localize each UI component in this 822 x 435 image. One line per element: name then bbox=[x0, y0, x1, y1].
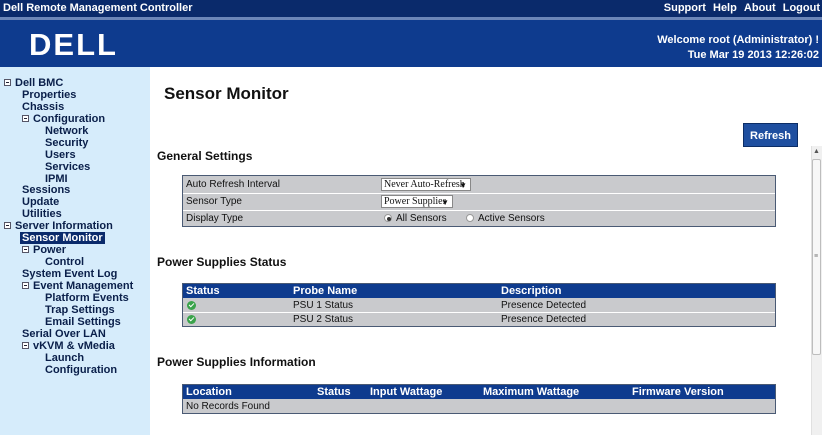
page-title: Sensor Monitor bbox=[164, 84, 289, 103]
power-supplies-status-heading: Power Supplies Status bbox=[157, 255, 287, 269]
auto-refresh-select[interactable]: Never Auto-Refresh ▼ bbox=[381, 178, 471, 191]
sidebar-item-sessions[interactable]: Sessions bbox=[22, 184, 70, 196]
logout-link[interactable]: Logout bbox=[783, 2, 820, 14]
sidebar-item-power[interactable]: Power bbox=[22, 244, 66, 256]
general-settings-heading: General Settings bbox=[157, 149, 253, 163]
power-supplies-information-heading: Power Supplies Information bbox=[157, 355, 316, 369]
auto-refresh-row: Auto Refresh Interval Never Auto-Refresh… bbox=[183, 177, 775, 193]
column-header: Status bbox=[317, 386, 351, 398]
table-row: PSU 2 Status Presence Detected bbox=[183, 313, 775, 326]
sidebar-item-system-event-log[interactable]: System Event Log bbox=[22, 268, 117, 280]
sidebar-item-dell-bmc[interactable]: Dell BMC bbox=[4, 77, 63, 89]
active-sensors-label: Active Sensors bbox=[478, 213, 545, 224]
sidebar-item-serial-over-lan[interactable]: Serial Over LAN bbox=[22, 328, 106, 340]
probe-description: Presence Detected bbox=[501, 300, 587, 311]
all-sensors-label: All Sensors bbox=[396, 213, 447, 224]
active-sensors-radio[interactable] bbox=[466, 214, 474, 222]
app-title: Dell Remote Management Controller bbox=[3, 2, 193, 14]
about-link[interactable]: About bbox=[744, 2, 776, 14]
sidebar-item-utilities[interactable]: Utilities bbox=[22, 208, 62, 220]
status-ok-icon bbox=[187, 315, 196, 324]
display-type-row: Display Type All Sensors Active Sensors bbox=[183, 211, 775, 227]
main-content: Sensor Monitor Refresh ▲ ≡ General Setti… bbox=[150, 67, 822, 435]
top-bar: Dell Remote Management Controller Suppor… bbox=[0, 0, 822, 17]
sidebar-item-launch[interactable]: Launch bbox=[45, 352, 84, 364]
probe-name: PSU 2 Status bbox=[293, 314, 354, 325]
column-header: Input Wattage bbox=[370, 386, 443, 398]
sidebar-item-network[interactable]: Network bbox=[45, 125, 88, 137]
column-header: Firmware Version bbox=[632, 386, 724, 398]
sidebar-item-properties[interactable]: Properties bbox=[22, 89, 76, 101]
sidebar-item-vkvm-vmedia[interactable]: vKVM & vMedia bbox=[22, 340, 115, 352]
sidebar-item-event-management[interactable]: Event Management bbox=[22, 280, 133, 292]
help-link[interactable]: Help bbox=[713, 2, 737, 14]
sidebar-item-users[interactable]: Users bbox=[45, 149, 76, 161]
collapse-icon[interactable] bbox=[4, 79, 11, 86]
sidebar-nav: Dell BMC Properties Chassis Configuratio… bbox=[0, 67, 150, 435]
column-header: Probe Name bbox=[293, 285, 358, 297]
dell-logo: DELL bbox=[29, 28, 118, 58]
table-row: No Records Found bbox=[183, 400, 775, 413]
collapse-icon[interactable] bbox=[22, 282, 29, 289]
collapse-icon[interactable] bbox=[4, 222, 11, 229]
column-header: Description bbox=[501, 285, 562, 297]
dropdown-arrow-icon: ▼ bbox=[459, 181, 467, 190]
bmc-window: Dell Remote Management Controller Suppor… bbox=[0, 0, 822, 435]
auto-refresh-label: Auto Refresh Interval bbox=[186, 179, 280, 190]
sidebar-item-chassis[interactable]: Chassis bbox=[22, 101, 64, 113]
collapse-icon[interactable] bbox=[22, 342, 29, 349]
header-banner: DELL Welcome root (Administrator) ! Tue … bbox=[0, 20, 822, 67]
scroll-grip-icon: ≡ bbox=[814, 253, 819, 260]
refresh-button[interactable]: Refresh bbox=[743, 123, 798, 147]
sidebar-item-server-information[interactable]: Server Information bbox=[4, 220, 113, 232]
table-row: PSU 1 Status Presence Detected bbox=[183, 299, 775, 312]
support-link[interactable]: Support bbox=[664, 2, 706, 14]
sidebar-item-email-settings[interactable]: Email Settings bbox=[45, 316, 121, 328]
collapse-icon[interactable] bbox=[22, 246, 29, 253]
sidebar-item-security[interactable]: Security bbox=[45, 137, 88, 149]
probe-description: Presence Detected bbox=[501, 314, 587, 325]
sidebar-item-update[interactable]: Update bbox=[22, 196, 59, 208]
sidebar-item-control[interactable]: Control bbox=[45, 256, 84, 268]
sidebar-item-platform-events[interactable]: Platform Events bbox=[45, 292, 129, 304]
column-header: Location bbox=[186, 386, 232, 398]
column-header: Maximum Wattage bbox=[483, 386, 580, 398]
power-supplies-status-table: Status Probe Name Description PSU 1 Stat… bbox=[182, 283, 776, 327]
table-header: Location Status Input Wattage Maximum Wa… bbox=[183, 385, 775, 399]
sidebar-item-sensor-monitor[interactable]: Sensor Monitor bbox=[20, 232, 105, 244]
sensor-type-row: Sensor Type Power Supplies ▼ bbox=[183, 194, 775, 210]
dropdown-arrow-icon: ▼ bbox=[441, 198, 449, 207]
sidebar-item-configuration[interactable]: Configuration bbox=[22, 113, 105, 125]
power-supplies-information-table: Location Status Input Wattage Maximum Wa… bbox=[182, 384, 776, 414]
sidebar-item-services[interactable]: Services bbox=[45, 161, 90, 173]
all-sensors-radio[interactable] bbox=[384, 214, 392, 222]
collapse-icon[interactable] bbox=[22, 115, 29, 122]
status-ok-icon bbox=[187, 301, 196, 310]
display-type-label: Display Type bbox=[186, 213, 244, 224]
probe-name: PSU 1 Status bbox=[293, 300, 354, 311]
svg-text:DELL: DELL bbox=[29, 28, 118, 58]
datetime-text: Tue Mar 19 2013 12:26:02 bbox=[687, 49, 819, 61]
table-header: Status Probe Name Description bbox=[183, 284, 775, 298]
sidebar-item-vkvm-configuration[interactable]: Configuration bbox=[45, 364, 117, 376]
general-settings-box: Auto Refresh Interval Never Auto-Refresh… bbox=[182, 175, 776, 227]
scroll-up-arrow-icon[interactable]: ▲ bbox=[811, 146, 822, 158]
sensor-type-select[interactable]: Power Supplies ▼ bbox=[381, 195, 453, 208]
welcome-text: Welcome root (Administrator) ! bbox=[657, 34, 819, 46]
sidebar-item-trap-settings[interactable]: Trap Settings bbox=[45, 304, 115, 316]
empty-message: No Records Found bbox=[186, 401, 270, 412]
top-links: Support Help About Logout bbox=[660, 2, 820, 14]
sensor-type-label: Sensor Type bbox=[186, 196, 242, 207]
column-header: Status bbox=[186, 285, 220, 297]
